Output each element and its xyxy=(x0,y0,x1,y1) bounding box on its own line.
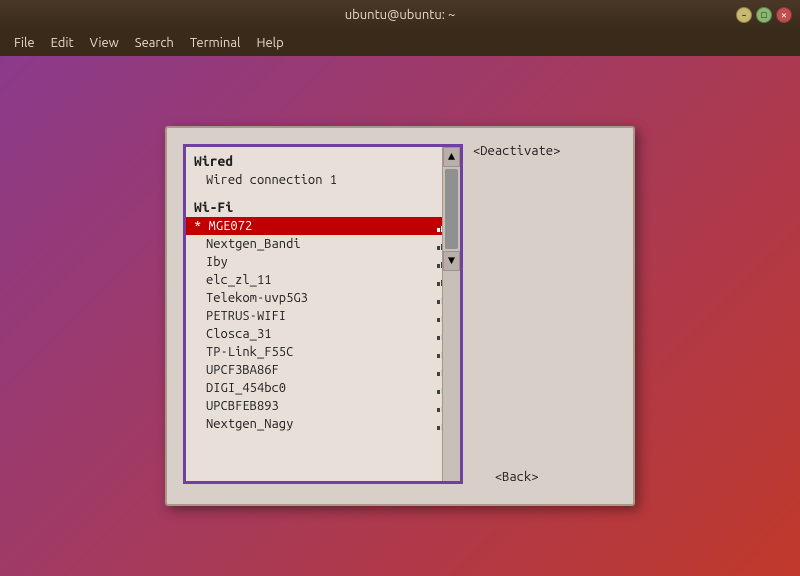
scrollbar[interactable]: ▲ ▼ xyxy=(442,147,460,481)
menu-search[interactable]: Search xyxy=(129,34,180,52)
menu-edit[interactable]: Edit xyxy=(45,34,80,52)
close-button[interactable]: ✕ xyxy=(776,7,792,23)
list-item[interactable]: PETRUS-WIFI xyxy=(186,307,460,325)
maximize-button[interactable]: □ xyxy=(756,7,772,23)
title-bar: ubuntu@ubuntu: ~ – □ ✕ xyxy=(0,0,800,30)
wifi-section-header: Wi-Fi xyxy=(186,197,460,217)
network-name: Nextgen_Nagy xyxy=(206,417,293,431)
network-name: Closca_31 xyxy=(206,327,272,341)
window-controls: – □ ✕ xyxy=(736,7,792,23)
scroll-up-button[interactable]: ▲ xyxy=(443,147,460,167)
list-item[interactable]: Closca_31 xyxy=(186,325,460,343)
network-name: elc_zl_11 xyxy=(206,273,272,287)
network-name: PETRUS-WIFI xyxy=(206,309,286,323)
list-content: Wired Wired connection 1 Wi-Fi * MGE072 xyxy=(186,147,460,437)
list-item[interactable]: TP-Link_F55C xyxy=(186,343,460,361)
menu-view[interactable]: View xyxy=(84,34,125,52)
menu-file[interactable]: File xyxy=(8,34,41,52)
side-buttons: <Deactivate> <Back> xyxy=(473,144,560,484)
minimize-button[interactable]: – xyxy=(736,7,752,23)
content-area: Wired Wired connection 1 Wi-Fi * MGE072 xyxy=(0,56,800,576)
menu-bar: File Edit View Search Terminal Help xyxy=(0,30,800,56)
list-item[interactable]: UPCF3BA86F xyxy=(186,361,460,379)
menu-help[interactable]: Help xyxy=(250,34,289,52)
network-name: Nextgen_Bandi xyxy=(206,237,301,251)
back-button[interactable]: <Back> xyxy=(473,470,560,484)
list-item[interactable]: * MGE072 xyxy=(186,217,460,235)
network-list-panel: Wired Wired connection 1 Wi-Fi * MGE072 xyxy=(183,144,463,484)
network-name: DIGI_454bc0 xyxy=(206,381,286,395)
network-dialog: Wired Wired connection 1 Wi-Fi * MGE072 xyxy=(165,126,635,506)
network-name: Iby xyxy=(206,255,228,269)
scroll-down-button[interactable]: ▼ xyxy=(443,251,460,271)
network-name: Telekom-uvp5G3 xyxy=(206,291,308,305)
network-name: UPCBFEB893 xyxy=(206,399,279,413)
list-item[interactable]: Wired connection 1 xyxy=(186,171,460,189)
network-name: UPCF3BA86F xyxy=(206,363,279,377)
network-name: * MGE072 xyxy=(194,219,252,233)
list-item[interactable]: Nextgen_Nagy xyxy=(186,415,460,433)
list-item[interactable]: UPCBFEB893 xyxy=(186,397,460,415)
list-item[interactable]: Iby xyxy=(186,253,460,271)
list-item[interactable]: Nextgen_Bandi xyxy=(186,235,460,253)
wired-section-header: Wired xyxy=(186,151,460,171)
network-name: TP-Link_F55C xyxy=(206,345,293,359)
network-container: Wired Wired connection 1 Wi-Fi * MGE072 xyxy=(183,144,617,484)
network-name: Wired connection 1 xyxy=(206,173,337,187)
deactivate-button[interactable]: <Deactivate> xyxy=(473,144,560,158)
list-item[interactable]: DIGI_454bc0 xyxy=(186,379,460,397)
window-title: ubuntu@ubuntu: ~ xyxy=(345,8,456,22)
scroll-thumb[interactable] xyxy=(445,169,458,249)
list-item[interactable]: Telekom-uvp5G3 xyxy=(186,289,460,307)
menu-terminal[interactable]: Terminal xyxy=(184,34,247,52)
list-item[interactable]: elc_zl_11 xyxy=(186,271,460,289)
